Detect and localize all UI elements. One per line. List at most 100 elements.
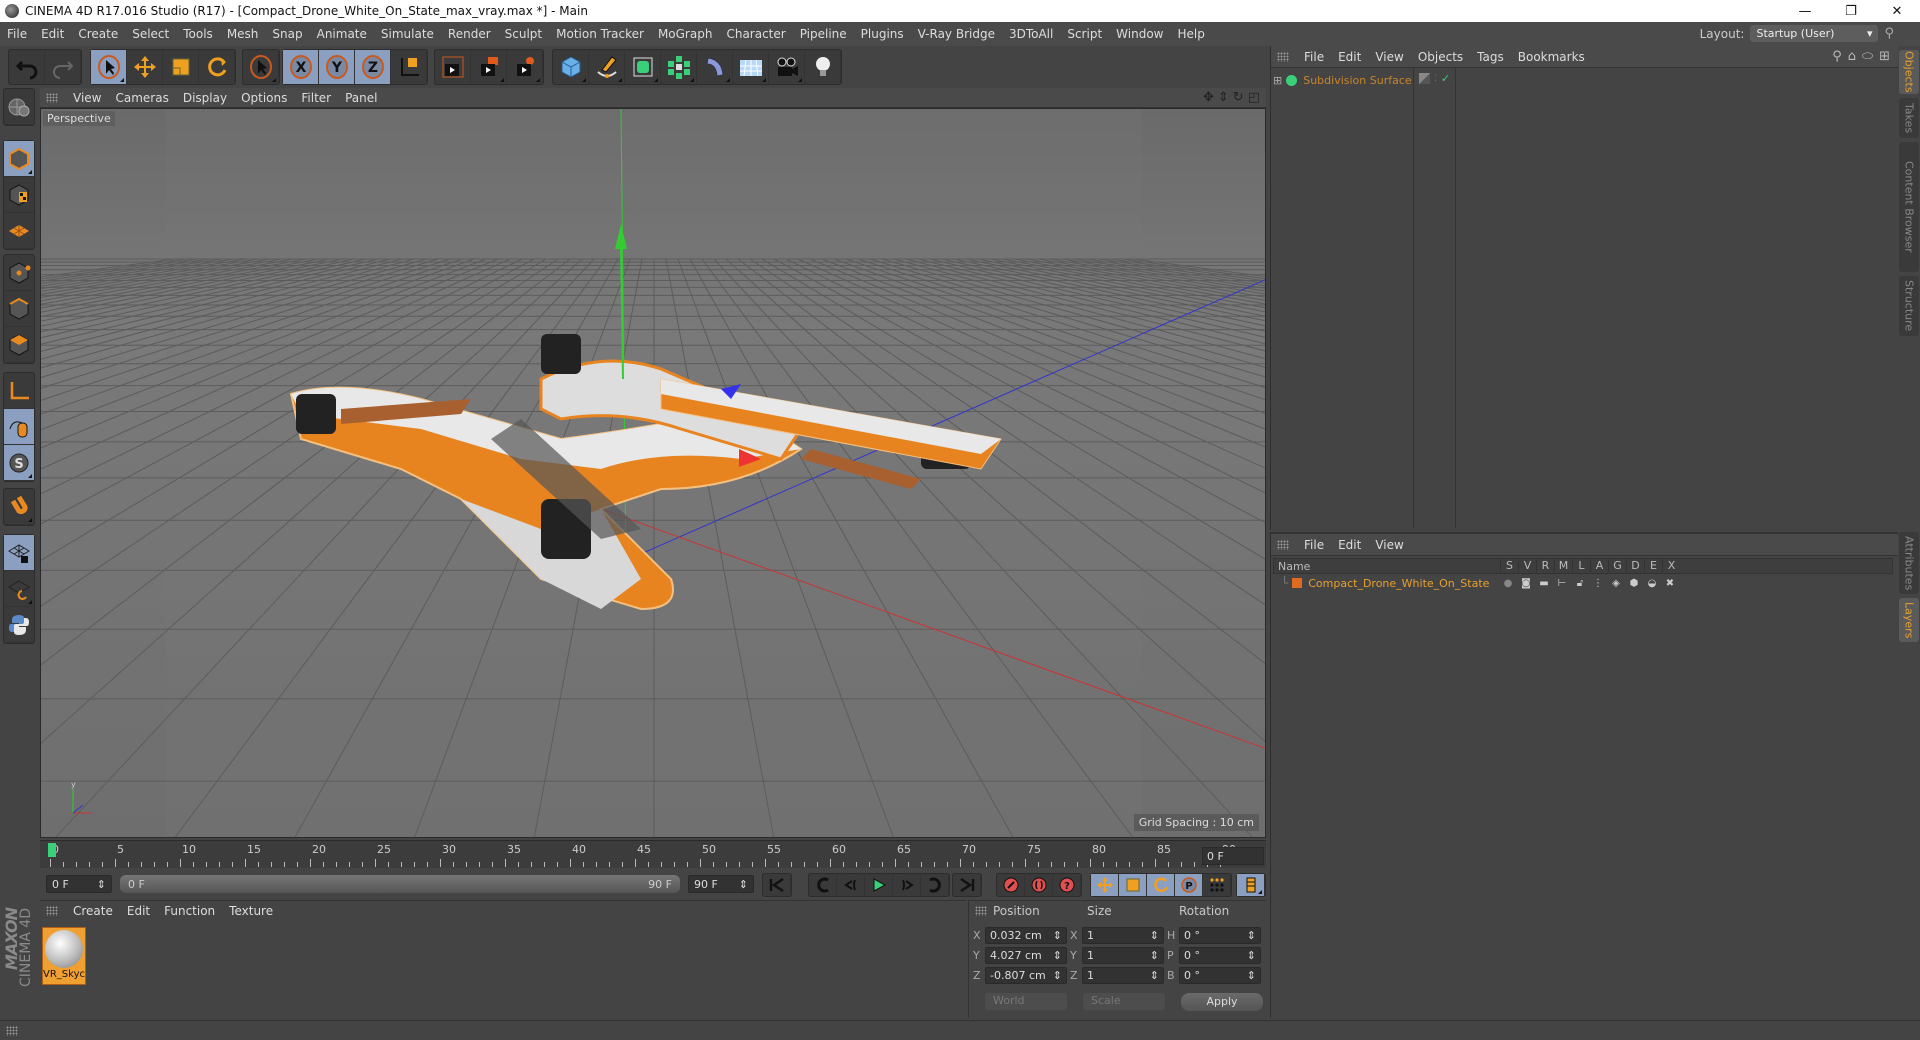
menu-tools[interactable]: Tools bbox=[176, 27, 220, 41]
column-solo[interactable]: S bbox=[1500, 559, 1518, 572]
rotation-p-field[interactable]: 0 ° ⇕ bbox=[1179, 947, 1261, 964]
menu-create[interactable]: Create bbox=[71, 27, 125, 41]
tab-content-browser[interactable]: Content Browser bbox=[1899, 142, 1919, 272]
edges-mode-button[interactable] bbox=[4, 291, 34, 327]
polygons-mode-button[interactable] bbox=[4, 327, 34, 363]
pan-icon[interactable]: ✥ bbox=[1203, 90, 1214, 105]
current-frame-field[interactable]: 0 F bbox=[1202, 847, 1264, 865]
expressions-toggle-icon[interactable]: ◒ bbox=[1643, 578, 1661, 589]
menu-simulate[interactable]: Simulate bbox=[374, 27, 441, 41]
menu-sculpt[interactable]: Sculpt bbox=[498, 27, 549, 41]
snap-button[interactable] bbox=[4, 489, 34, 525]
menu-animate[interactable]: Animate bbox=[310, 27, 374, 41]
viewport-menu-panel[interactable]: Panel bbox=[338, 91, 384, 105]
menu-render[interactable]: Render bbox=[441, 27, 498, 41]
close-button[interactable]: ✕ bbox=[1874, 0, 1920, 22]
cube-button[interactable] bbox=[553, 50, 589, 84]
column-xref[interactable]: X bbox=[1662, 559, 1680, 572]
menu-motion-tracker[interactable]: Motion Tracker bbox=[549, 27, 651, 41]
column-locked[interactable]: L bbox=[1572, 559, 1590, 572]
deformer-button[interactable] bbox=[697, 50, 733, 84]
dolly-icon[interactable]: ⇕ bbox=[1218, 90, 1229, 105]
panel-grip-icon[interactable] bbox=[46, 906, 58, 916]
menu-character[interactable]: Character bbox=[719, 27, 792, 41]
menu-script[interactable]: Script bbox=[1060, 27, 1109, 41]
menu-mesh[interactable]: Mesh bbox=[220, 27, 266, 41]
z-axis-button[interactable]: Z bbox=[355, 50, 391, 84]
viewport-menu-display[interactable]: Display bbox=[176, 91, 234, 105]
size-z-field[interactable]: 1 ⇕ bbox=[1082, 967, 1164, 984]
minimize-button[interactable]: — bbox=[1782, 0, 1828, 22]
position-x-field[interactable]: 0.032 cm ⇕ bbox=[985, 927, 1067, 944]
column-manager[interactable]: M bbox=[1554, 559, 1572, 572]
viewport-menu-view[interactable]: View bbox=[66, 91, 108, 105]
enabled-check-icon[interactable]: ✓ bbox=[1441, 72, 1450, 85]
play-button[interactable] bbox=[865, 874, 893, 896]
solo-button[interactable]: S bbox=[4, 445, 34, 481]
tab-objects[interactable]: Objects bbox=[1899, 50, 1919, 94]
menu-vray-bridge[interactable]: V-Ray Bridge bbox=[911, 27, 1002, 41]
key-pla-button[interactable] bbox=[1203, 874, 1231, 896]
3d-viewport[interactable]: Perspective Grid Spacing : 10 cm y bbox=[40, 108, 1266, 838]
axis-mode-button[interactable] bbox=[4, 373, 34, 409]
animation-toggle-icon[interactable]: ⋮ bbox=[1589, 578, 1607, 589]
object-row[interactable]: ⊞ Subdivision Surface bbox=[1273, 72, 1412, 88]
column-render[interactable]: R bbox=[1536, 559, 1554, 572]
orbit-icon[interactable]: ↻ bbox=[1233, 90, 1244, 105]
layer-menu-edit[interactable]: Edit bbox=[1331, 538, 1368, 552]
workplane-mode-button[interactable] bbox=[4, 213, 34, 249]
material-menu-edit[interactable]: Edit bbox=[120, 904, 157, 918]
previous-frame-button[interactable] bbox=[837, 874, 865, 896]
frame-ruler[interactable]: 051015202530354045505560657075808590 bbox=[48, 841, 1236, 869]
menu-help[interactable]: Help bbox=[1170, 27, 1211, 41]
next-key-button[interactable] bbox=[921, 874, 949, 896]
menu-pipeline[interactable]: Pipeline bbox=[793, 27, 854, 41]
live-selection-button[interactable] bbox=[91, 50, 127, 84]
layer-color-icon[interactable] bbox=[1419, 73, 1430, 84]
menu-3dtoall[interactable]: 3DToAll bbox=[1002, 27, 1060, 41]
model-mode-button[interactable] bbox=[4, 141, 34, 177]
rotate-button[interactable] bbox=[199, 50, 235, 84]
layer-menu-file[interactable]: File bbox=[1297, 538, 1331, 552]
apply-button[interactable]: Apply bbox=[1181, 993, 1263, 1011]
redo-button[interactable] bbox=[45, 50, 81, 84]
expand-icon[interactable]: ⊞ bbox=[1273, 74, 1282, 87]
workplane-lock-button[interactable] bbox=[4, 535, 34, 571]
key-rotation-button[interactable] bbox=[1147, 874, 1175, 896]
y-axis-button[interactable]: Y bbox=[319, 50, 355, 84]
panel-grip-icon[interactable] bbox=[1277, 51, 1289, 62]
rotation-h-field[interactable]: 0 ° ⇕ bbox=[1179, 927, 1261, 944]
material-menu-create[interactable]: Create bbox=[66, 904, 120, 918]
key-parameter-button[interactable]: P bbox=[1175, 874, 1203, 896]
tweak-mode-button[interactable] bbox=[4, 409, 34, 445]
viewport-menu-cameras[interactable]: Cameras bbox=[108, 91, 175, 105]
coordinate-space-dropdown[interactable]: World bbox=[985, 993, 1067, 1010]
next-frame-button[interactable] bbox=[893, 874, 921, 896]
new-panel-icon[interactable]: ⊞ bbox=[1879, 49, 1890, 64]
menu-mograph[interactable]: MoGraph bbox=[651, 27, 720, 41]
camera-label[interactable]: Perspective bbox=[43, 111, 115, 126]
visibility-dots-icon[interactable]: ⁚ bbox=[1434, 74, 1437, 84]
layer-row[interactable]: └ Compact_Drone_White_On_State ● ◙ ▬ ⊢ 🔓… bbox=[1273, 575, 1893, 591]
python-button[interactable] bbox=[4, 607, 34, 643]
deformers-toggle-icon[interactable]: ⬢ bbox=[1625, 578, 1643, 589]
manager-toggle-icon[interactable]: ⊢ bbox=[1553, 578, 1571, 589]
autokey-button[interactable] bbox=[1025, 874, 1053, 896]
material-menu-function[interactable]: Function bbox=[157, 904, 222, 918]
camera-button[interactable] bbox=[769, 50, 805, 84]
layer-menu-view[interactable]: View bbox=[1368, 538, 1410, 552]
material-swatch[interactable]: VR_Skyc bbox=[42, 927, 86, 985]
tab-layers[interactable]: Layers bbox=[1899, 598, 1919, 642]
menu-window[interactable]: Window bbox=[1109, 27, 1170, 41]
visibility-icon[interactable]: ⬭ bbox=[1862, 49, 1873, 64]
size-x-field[interactable]: 1 ⇕ bbox=[1082, 927, 1164, 944]
material-menu-texture[interactable]: Texture bbox=[222, 904, 280, 918]
panel-grip-icon[interactable] bbox=[6, 1026, 18, 1036]
end-frame-field[interactable]: 90 F ⇕ bbox=[688, 875, 754, 893]
column-animation[interactable]: A bbox=[1590, 559, 1608, 572]
search-icon[interactable]: ⚲ bbox=[1832, 49, 1842, 64]
view-toggle-icon[interactable]: ◙ bbox=[1517, 578, 1535, 589]
size-mode-dropdown[interactable]: Scale bbox=[1083, 993, 1165, 1010]
go-to-end-button[interactable] bbox=[953, 874, 981, 896]
render-toggle-icon[interactable]: ▬ bbox=[1535, 578, 1553, 589]
